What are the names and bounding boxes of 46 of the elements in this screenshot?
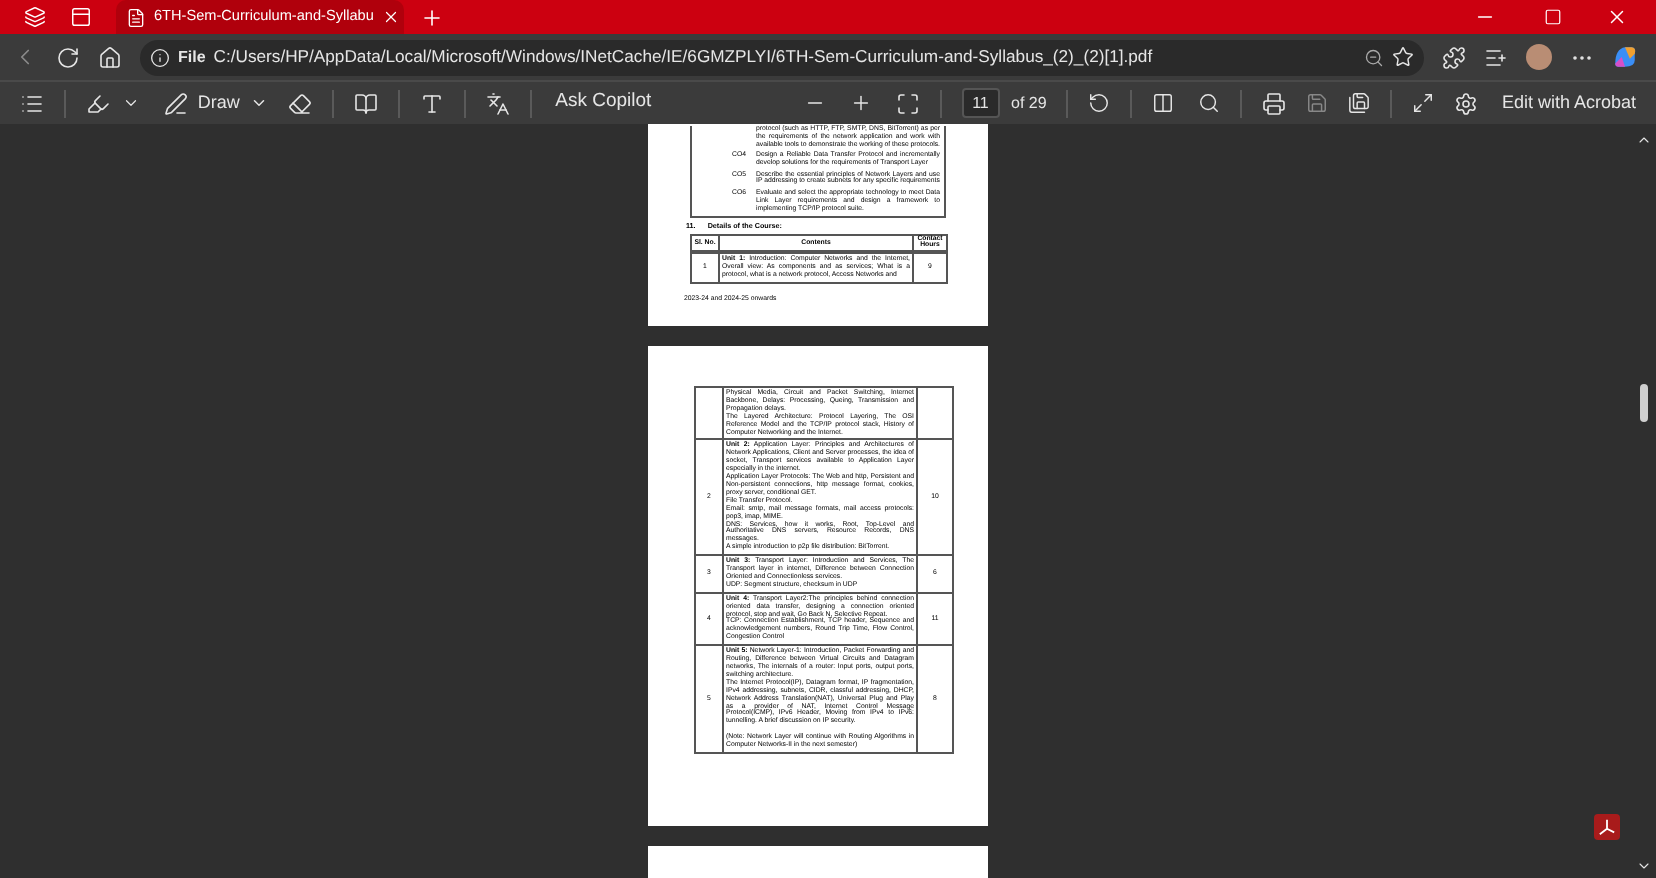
caret-icon[interactable]: [121, 94, 140, 112]
save-as-icon[interactable]: [1348, 92, 1371, 114]
scroll-up-icon[interactable]: [1635, 132, 1651, 148]
scrollbar-thumb[interactable]: [1639, 384, 1647, 422]
file-label: File: [178, 45, 206, 69]
profile-avatar[interactable]: [1526, 44, 1552, 70]
print-icon[interactable]: [1262, 91, 1287, 115]
url-text: C:/Users/HP/AppData/Local/Microsoft/Windows/INetCache/IE/6GMZPLYI/6TH-Sem-Curriculum-and-Syllabus_(2)_(2)[1].pdf: [213, 44, 1155, 70]
acrobat-icon[interactable]: [1594, 814, 1620, 840]
page-number-field[interactable]: 11: [961, 88, 999, 118]
pdf-file-icon: [126, 7, 146, 27]
home-icon[interactable]: [98, 45, 122, 69]
close-icon[interactable]: [1606, 6, 1628, 28]
two-page-icon[interactable]: [1152, 92, 1175, 114]
favorites-icon[interactable]: [1484, 45, 1508, 69]
translate-icon[interactable]: [485, 91, 510, 115]
zoom-in-icon[interactable]: [850, 92, 873, 114]
scroll-down-icon[interactable]: [1635, 858, 1651, 874]
eraser-icon[interactable]: [287, 91, 312, 115]
search-icon[interactable]: [1198, 92, 1221, 114]
caret-icon: [249, 94, 268, 112]
fullscreen-icon[interactable]: [1411, 92, 1434, 114]
workspaces-icon[interactable]: [24, 6, 46, 28]
ask-copilot-button[interactable]: Ask Copilot: [555, 88, 652, 118]
refresh-icon[interactable]: [56, 45, 80, 69]
page-view-icon[interactable]: [353, 91, 378, 115]
edit-with-acrobat-button[interactable]: Edit with Acrobat: [1501, 89, 1637, 117]
page-count: of 29: [1011, 91, 1047, 115]
settings-icon[interactable]: [1453, 91, 1478, 115]
save-icon[interactable]: [1306, 92, 1329, 114]
draw-button[interactable]: Draw: [163, 89, 268, 117]
copilot-icon[interactable]: [1612, 44, 1638, 70]
star-icon[interactable]: [1392, 46, 1414, 68]
pen-icon: [163, 91, 188, 115]
info-icon[interactable]: [150, 47, 170, 67]
rotate-icon[interactable]: [1088, 92, 1111, 114]
fit-page-icon[interactable]: [896, 91, 921, 115]
new-tab-icon[interactable]: [420, 5, 444, 29]
maximize-icon[interactable]: [1544, 8, 1562, 26]
read-aloud-icon[interactable]: [419, 91, 444, 115]
extensions-icon[interactable]: [1442, 45, 1466, 69]
highlighter-icon[interactable]: [85, 91, 110, 115]
address-bar[interactable]: File C:/Users/HP/AppData/Local/Microsoft/Windows/INetCache/IE/6GMZPLYI/6TH-Sem-Curriculum-and-Syllabus_(2)_(2)[1].pdf: [140, 39, 1424, 75]
close-icon[interactable]: [381, 8, 400, 26]
zoom-out-icon[interactable]: [1364, 47, 1384, 67]
tab-actions-icon[interactable]: [70, 6, 92, 28]
